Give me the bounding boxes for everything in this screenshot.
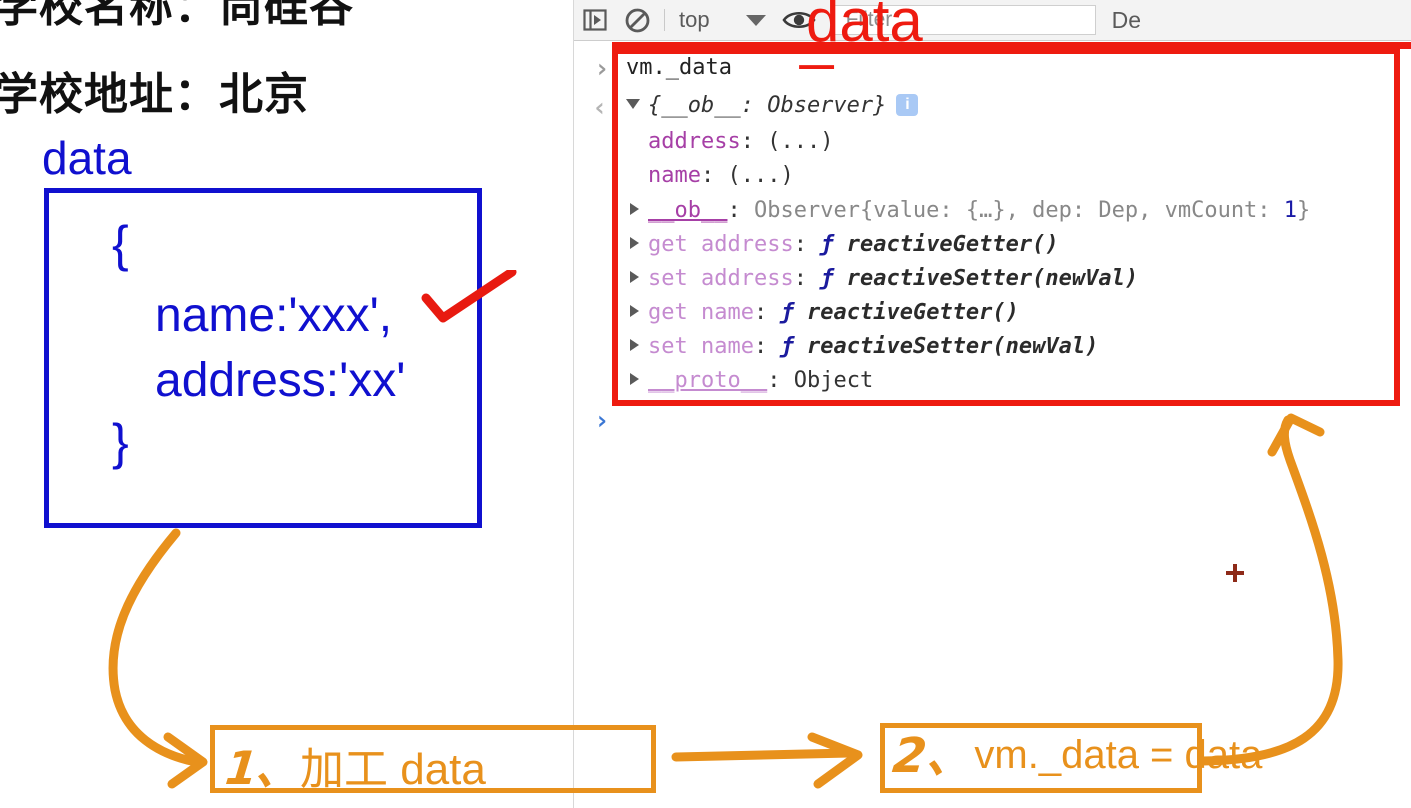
crosshair-cursor-marker: [1226, 564, 1244, 582]
toolbar-divider-1: [664, 9, 665, 31]
code-close-brace: }: [112, 414, 129, 470]
step1-number: 1、: [222, 741, 303, 795]
step2-annotation: 2、vm._data = data: [890, 728, 1263, 784]
code-name-property: name:'xxx',: [155, 289, 393, 342]
execution-context-selector[interactable]: top: [671, 7, 774, 33]
console-sidebar-icon[interactable]: [574, 0, 616, 41]
console-input-prompt-icon: ›: [594, 54, 610, 84]
slide-pane: 学校名称：尚硅谷 学校地址：北京 data { name:'xxx', addr…: [0, 0, 573, 808]
check-mark-icon: [421, 270, 517, 323]
console-output-prompt-icon: ›: [592, 93, 608, 123]
annotation-data-label: data: [806, 0, 923, 54]
code-open-brace: {: [112, 216, 129, 272]
data-label: data: [42, 132, 132, 184]
log-levels-selector[interactable]: De: [1112, 7, 1141, 34]
clear-console-icon[interactable]: [616, 0, 658, 41]
execution-context-value: top: [679, 7, 710, 32]
step2-number: 2、: [890, 728, 978, 784]
screenshot-root: 学校名称：尚硅谷 学校地址：北京 data { name:'xxx', addr…: [0, 0, 1411, 808]
school-name-text: 学校名称：尚硅谷: [0, 0, 354, 32]
red-highlight-box: [612, 48, 1400, 406]
code-address-property: address:'xx': [155, 354, 406, 407]
chevron-down-icon: [745, 14, 766, 26]
console-new-prompt-icon[interactable]: ›: [594, 406, 610, 436]
console-toolbar: top De: [574, 0, 1411, 41]
console-gutter: › › ›: [574, 41, 614, 808]
red-underline-stroke: [612, 42, 1411, 49]
step2-text: vm._data = data: [974, 733, 1263, 777]
step1-text: 加工 data: [300, 745, 486, 794]
school-address-text: 学校地址：北京: [0, 69, 309, 120]
step1-annotation: 1、加工 data: [222, 732, 486, 798]
